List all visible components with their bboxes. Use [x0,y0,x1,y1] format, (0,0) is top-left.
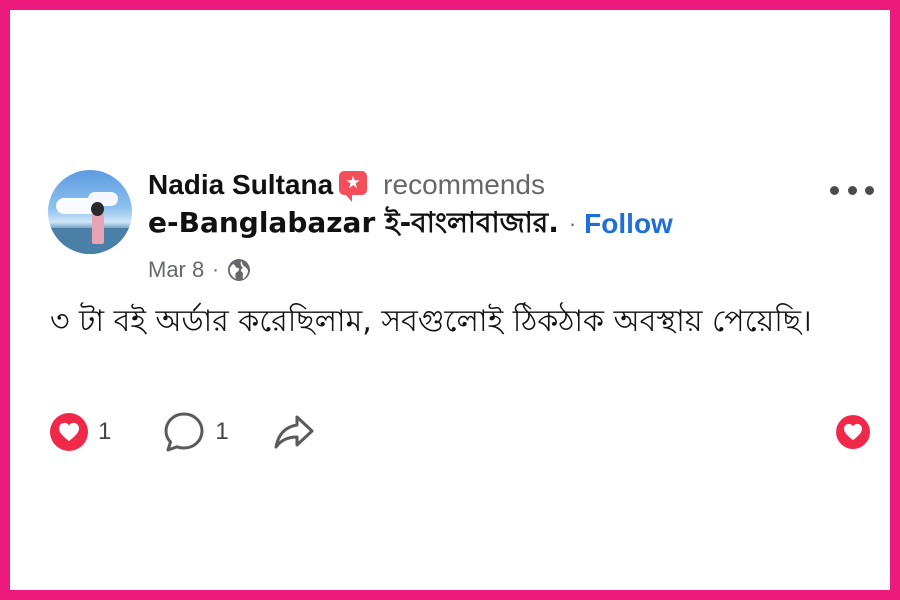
comment-button[interactable]: 1 [163,411,229,453]
follow-button[interactable]: Follow [584,208,673,240]
share-button[interactable] [273,412,315,452]
globe-icon [227,259,250,281]
page-line: e-Banglabazar ই-বাংলাবাজার. · Follow [148,206,673,242]
post-meta: Mar 8 · [148,256,251,284]
post-frame: Nadia Sultana ★ recommends e-Banglabazar… [0,0,900,600]
heart-icon [50,413,88,451]
avatar-water [48,228,132,254]
heart-icon[interactable] [836,415,870,449]
author-name[interactable]: Nadia Sultana [148,169,333,201]
recommend-icon: ★ [339,171,368,202]
share-arrow-icon [274,415,314,449]
separator-dot: · [212,258,219,281]
separator-dot: · [568,211,577,236]
reaction-count: 1 [98,418,112,445]
avatar[interactable] [48,170,132,254]
comment-count: 1 [215,418,229,445]
more-options-icon[interactable] [830,184,874,196]
post-header-line: Nadia Sultana ★ recommends [148,167,545,203]
recommends-label: recommends [383,169,546,200]
avatar-figure-head [91,202,104,216]
action-bar: 1 1 [50,410,315,454]
comment-bubble-icon [164,412,204,452]
reaction-button[interactable]: 1 [50,413,111,451]
post-body: ৩ টা বই অর্ডার করেছিলাম, সবগুলোই ঠিকঠাক … [50,304,812,339]
post-date[interactable]: Mar 8 [148,257,204,283]
page-name[interactable]: e-Banglabazar ই-বাংলাবাজার. [148,201,559,248]
